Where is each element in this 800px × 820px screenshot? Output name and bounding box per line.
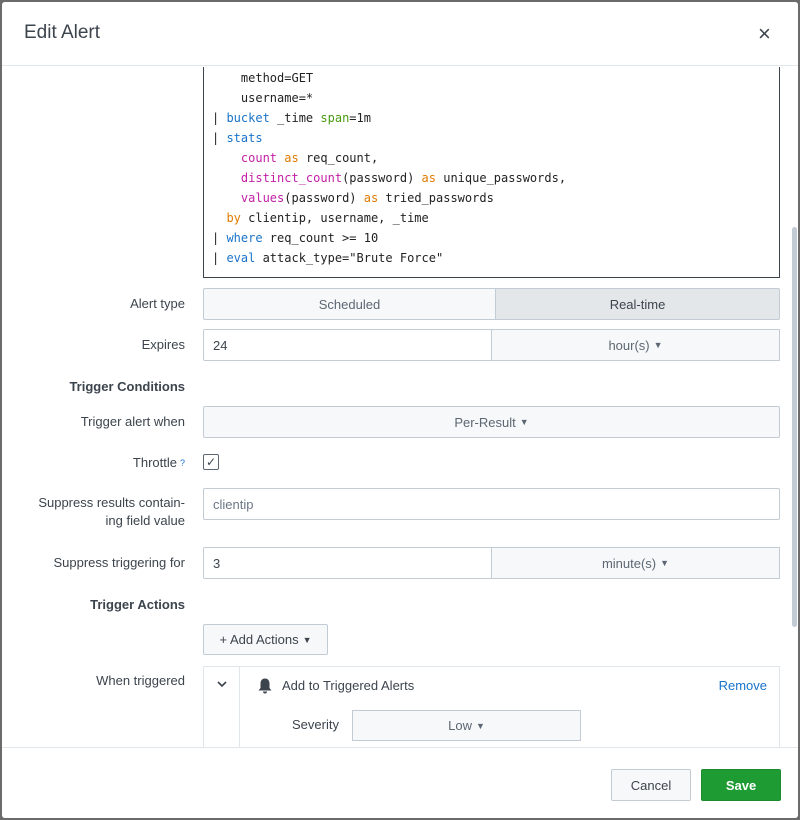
severity-value: Low: [448, 718, 472, 733]
trigger-when-value: Per-Result: [454, 414, 516, 430]
severity-select[interactable]: Low ▼: [352, 710, 581, 741]
body-scrollbar[interactable]: [792, 227, 797, 627]
collapse-chevron-icon[interactable]: [204, 667, 240, 747]
suppress-for-unit-value: minute(s): [601, 555, 657, 571]
severity-label: Severity: [292, 717, 339, 732]
dialog-body[interactable]: method=GET username=* | bucket _time span…: [2, 67, 798, 747]
bell-icon: [258, 678, 272, 694]
expires-unit-value: hour(s): [608, 337, 650, 353]
add-actions-button[interactable]: + Add Actions ▼: [203, 624, 328, 655]
caret-down-icon: ▼: [475, 720, 485, 731]
add-actions-label: + Add Actions: [219, 632, 299, 647]
dialog-footer: Cancel Save: [2, 747, 798, 818]
code-line: | where req_count >= 10: [212, 231, 379, 245]
search-code-editor[interactable]: method=GET username=* | bucket _time span…: [203, 67, 780, 278]
caret-down-icon: ▼: [653, 340, 663, 350]
suppress-for-label: Suppress triggering for: [53, 555, 185, 570]
alert-type-real-time[interactable]: Real-time: [495, 288, 780, 320]
trigger-when-select[interactable]: Per-Result ▼: [203, 406, 780, 438]
close-icon[interactable]: ×: [758, 23, 771, 45]
cancel-button[interactable]: Cancel: [611, 769, 691, 801]
caret-down-icon: ▼: [519, 417, 529, 427]
alert-type-label: Alert type: [130, 296, 185, 311]
suppress-field-label-line2: ing field value: [105, 513, 186, 528]
code-line: | bucket _time span=1m: [212, 111, 371, 125]
dialog-title: Edit Alert: [24, 22, 101, 43]
help-icon[interactable]: ?: [180, 458, 185, 468]
trigger-conditions-heading: Trigger Conditions: [69, 379, 185, 394]
suppress-field-input[interactable]: clientip: [203, 488, 780, 520]
suppress-for-unit-select[interactable]: minute(s) ▼: [491, 547, 780, 579]
suppress-for-input[interactable]: 3: [203, 547, 492, 579]
caret-down-icon: ▼: [660, 558, 670, 568]
code-line: | eval attack_type="Brute Force": [212, 251, 444, 265]
action-title: Add to Triggered Alerts: [282, 678, 415, 693]
suppress-field-label-line1: Suppress results contain-: [38, 495, 185, 510]
code-line: by clientip, username, _time: [226, 211, 429, 225]
caret-down-icon: ▼: [302, 634, 312, 645]
code-line: | stats: [212, 131, 263, 145]
remove-action-link[interactable]: Remove: [719, 678, 767, 693]
expires-input[interactable]: 24: [203, 329, 492, 361]
throttle-checkbox[interactable]: ✓: [203, 454, 219, 470]
code-line: username=*: [212, 91, 314, 105]
edit-alert-dialog: Edit Alert × method=GET username=* | buck…: [2, 2, 798, 818]
trigger-actions-heading: Trigger Actions: [90, 597, 185, 612]
code-line: count as req_count,: [240, 151, 379, 165]
triggered-action-panel: Add to Triggered Alerts Remove Severity …: [203, 666, 780, 747]
throttle-label: Throttle?: [133, 454, 185, 472]
code-line: values(password) as tried_passwords: [240, 191, 494, 205]
suppress-field-label: Suppress results contain- ing field valu…: [38, 494, 185, 530]
code-line: method=GET: [212, 71, 314, 85]
expires-unit-select[interactable]: hour(s) ▼: [491, 329, 780, 361]
code-line: distinct_count(password) as unique_passw…: [240, 171, 567, 185]
dialog-header: Edit Alert ×: [2, 2, 798, 66]
when-triggered-label: When triggered: [96, 673, 185, 688]
alert-type-scheduled[interactable]: Scheduled: [203, 288, 496, 320]
save-button[interactable]: Save: [701, 769, 781, 801]
throttle-label-text: Throttle: [132, 455, 177, 470]
expires-label: Expires: [141, 337, 185, 352]
trigger-when-label: Trigger alert when: [80, 414, 185, 429]
